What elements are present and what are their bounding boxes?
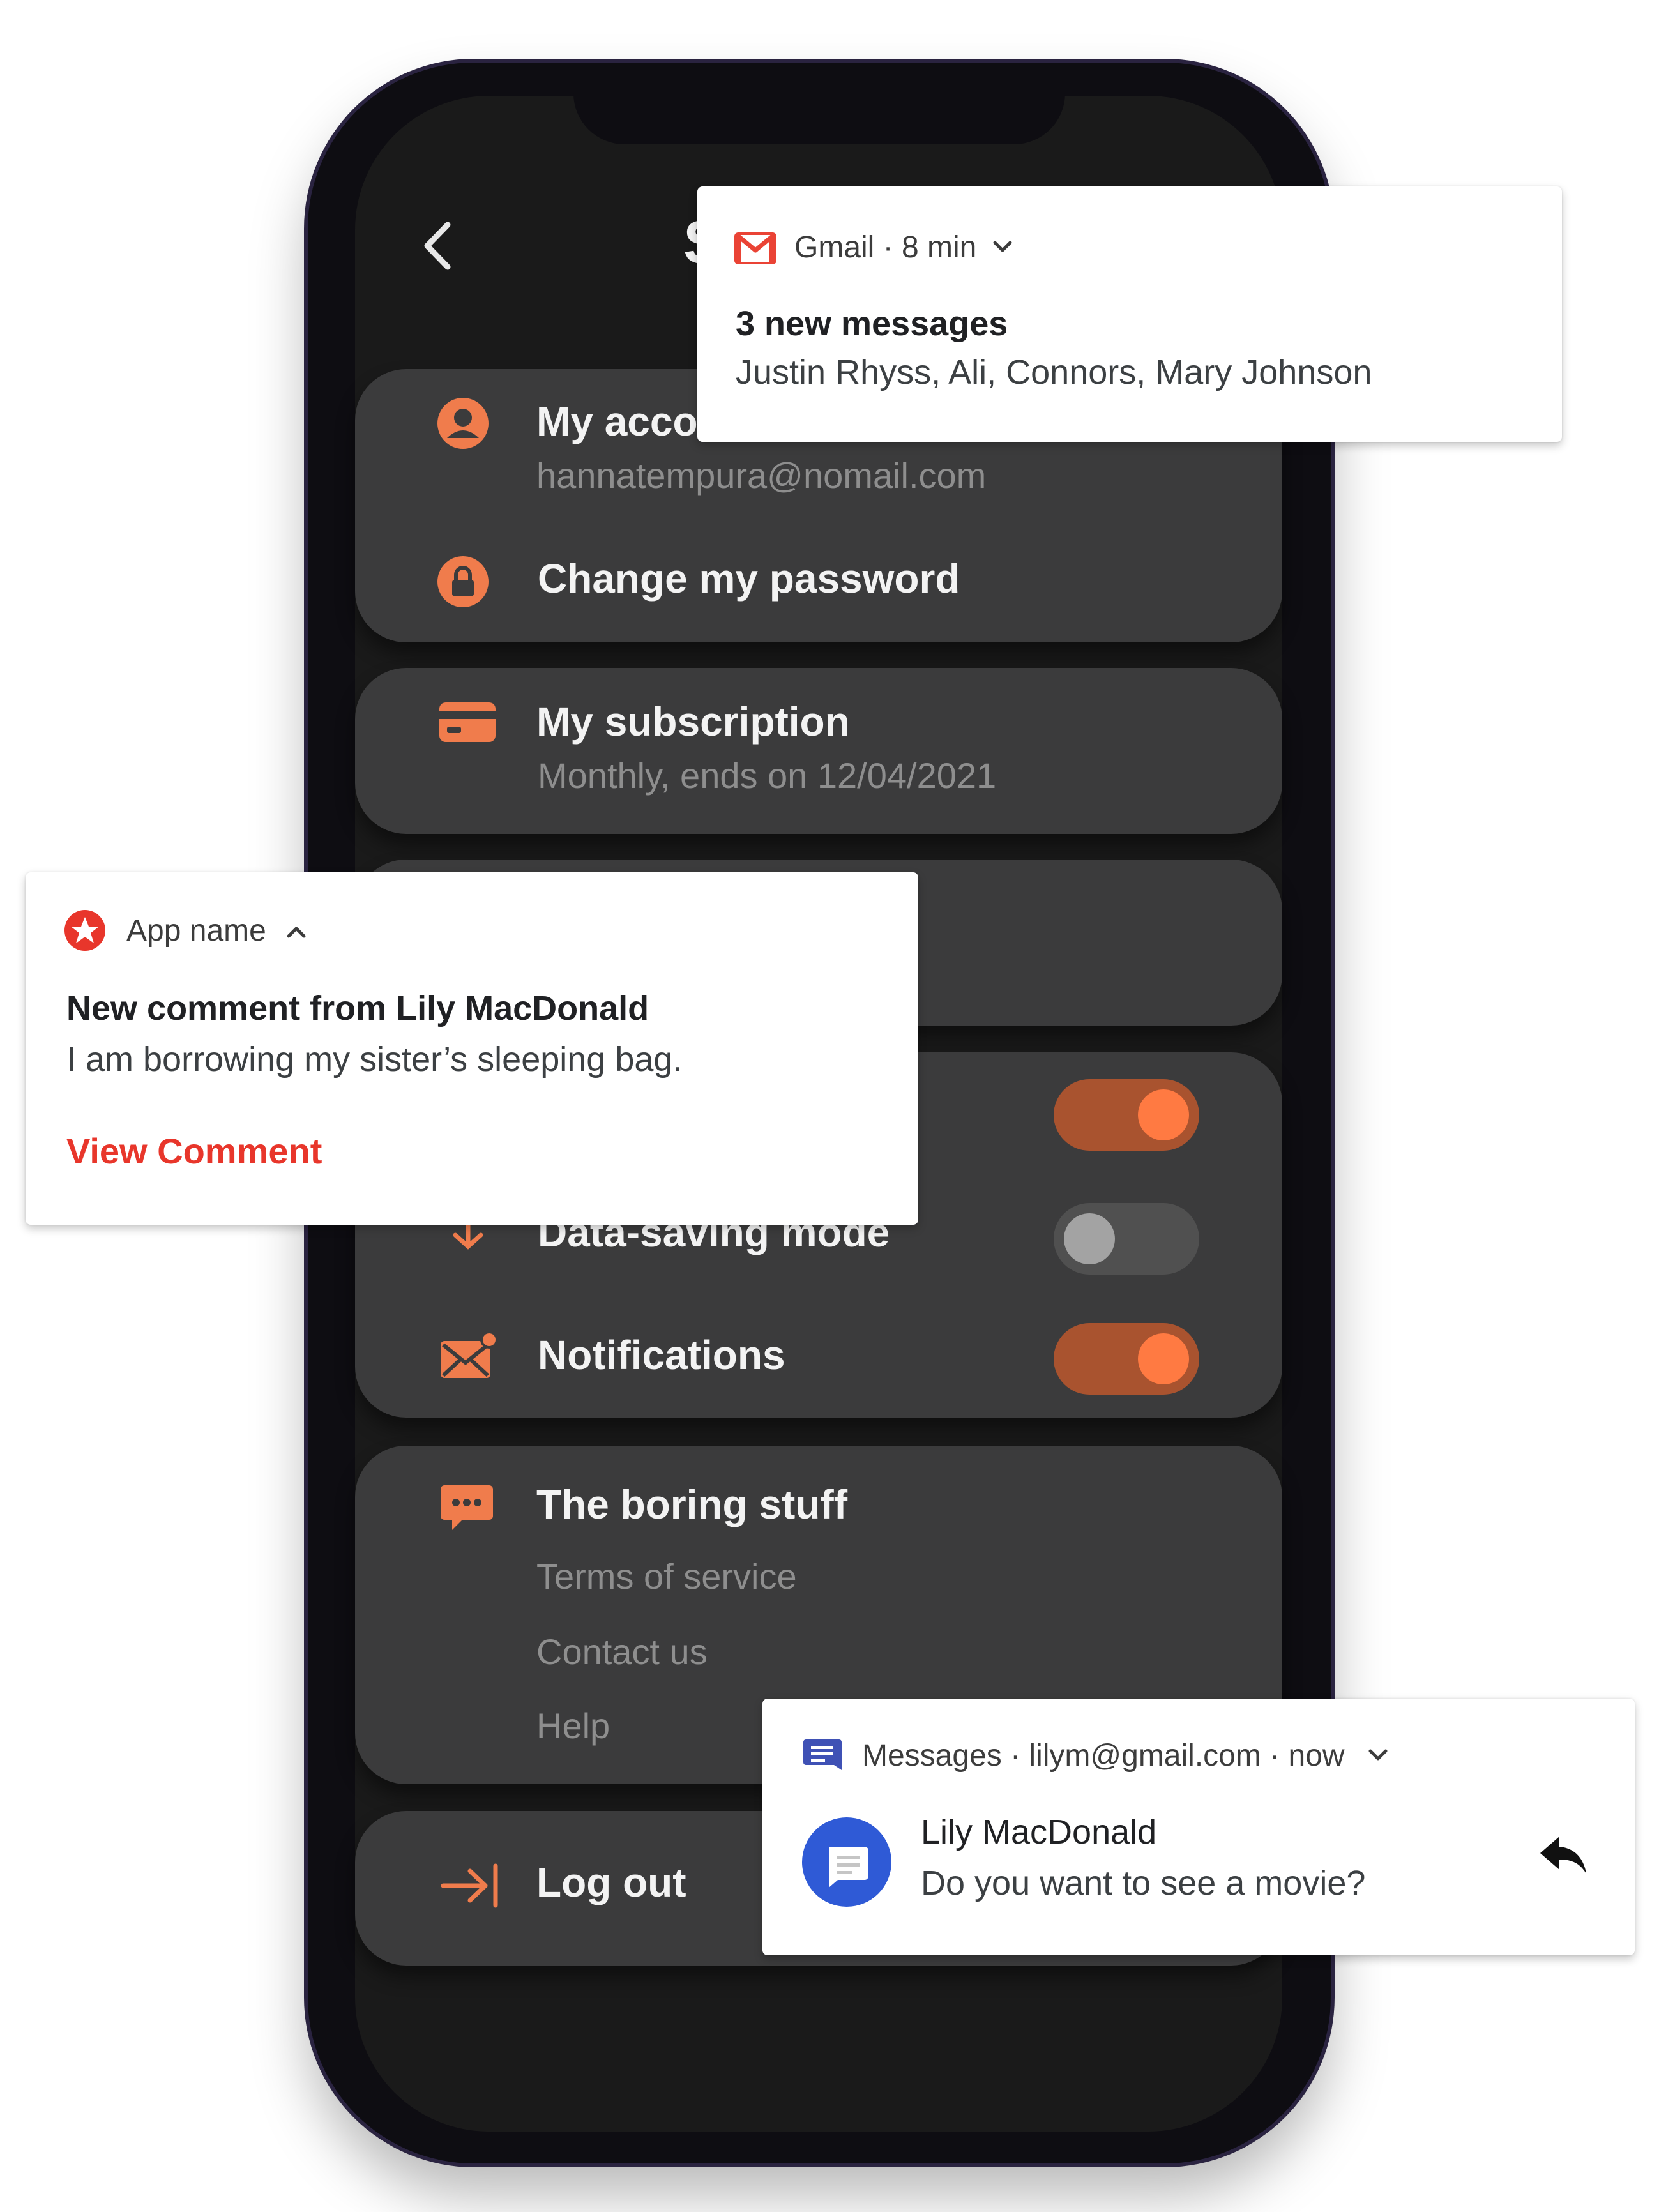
notifications-toggle[interactable] [1054, 1323, 1199, 1395]
card-icon [439, 702, 496, 742]
account-email: hannatempura@nomail.com [536, 455, 987, 496]
gmail-body: Justin Rhyss, Ali, Connors, Mary Johnson [736, 353, 1372, 391]
subscription-title: My subscription [536, 699, 850, 745]
subscription-card[interactable] [355, 668, 1282, 834]
lock-icon [437, 556, 489, 607]
terms-link[interactable]: Terms of service [536, 1554, 797, 1599]
chevron-down-icon[interactable] [1365, 1746, 1391, 1765]
notifications-label: Notifications [538, 1332, 785, 1378]
avatar [802, 1817, 891, 1907]
back-button[interactable] [409, 217, 466, 275]
messages-logo-icon [803, 1739, 842, 1770]
gmail-logo-icon [734, 232, 776, 264]
logout-icon [441, 1863, 498, 1908]
reply-icon[interactable] [1538, 1833, 1589, 1877]
change-password-button[interactable]: Change my password [538, 553, 960, 604]
first-toggle[interactable] [1054, 1079, 1199, 1151]
messages-meta: Messages · lilym@gmail.com · now [862, 1739, 1345, 1773]
app-body: I am borrowing my sister’s sleeping bag. [66, 1040, 683, 1079]
app-notification[interactable]: App name New comment from Lily MacDonald… [26, 872, 918, 1225]
chat-bubble-icon [441, 1485, 493, 1530]
phone-notch [573, 89, 1065, 144]
app-title: New comment from Lily MacDonald [66, 989, 649, 1027]
app-meta: App name [126, 914, 266, 948]
mail-notification-icon [441, 1331, 498, 1378]
chevron-up-icon[interactable] [284, 922, 309, 941]
messages-body: Do you want to see a movie? [921, 1864, 1366, 1902]
gmail-meta: Gmail · 8 min [794, 231, 977, 264]
gmail-title: 3 new messages [736, 305, 1008, 343]
help-link[interactable]: Help [536, 1704, 610, 1748]
subscription-detail: Monthly, ends on 12/04/2021 [538, 755, 997, 796]
logout-button[interactable]: Log out [536, 1857, 686, 1908]
user-icon [437, 398, 489, 449]
messages-sender: Lily MacDonald [921, 1813, 1157, 1851]
chevron-down-icon[interactable] [990, 238, 1015, 257]
view-comment-button[interactable]: View Comment [66, 1129, 322, 1174]
star-icon [64, 910, 105, 951]
contact-link[interactable]: Contact us [536, 1630, 708, 1674]
data-saving-toggle[interactable] [1054, 1203, 1199, 1275]
boring-stuff-title: The boring stuff [536, 1481, 848, 1527]
back-arrow-icon [424, 222, 451, 270]
messages-notification[interactable]: Messages · lilym@gmail.com · now Lily Ma… [762, 1699, 1635, 1955]
gmail-notification[interactable]: Gmail · 8 min 3 new messages Justin Rhys… [697, 186, 1562, 442]
